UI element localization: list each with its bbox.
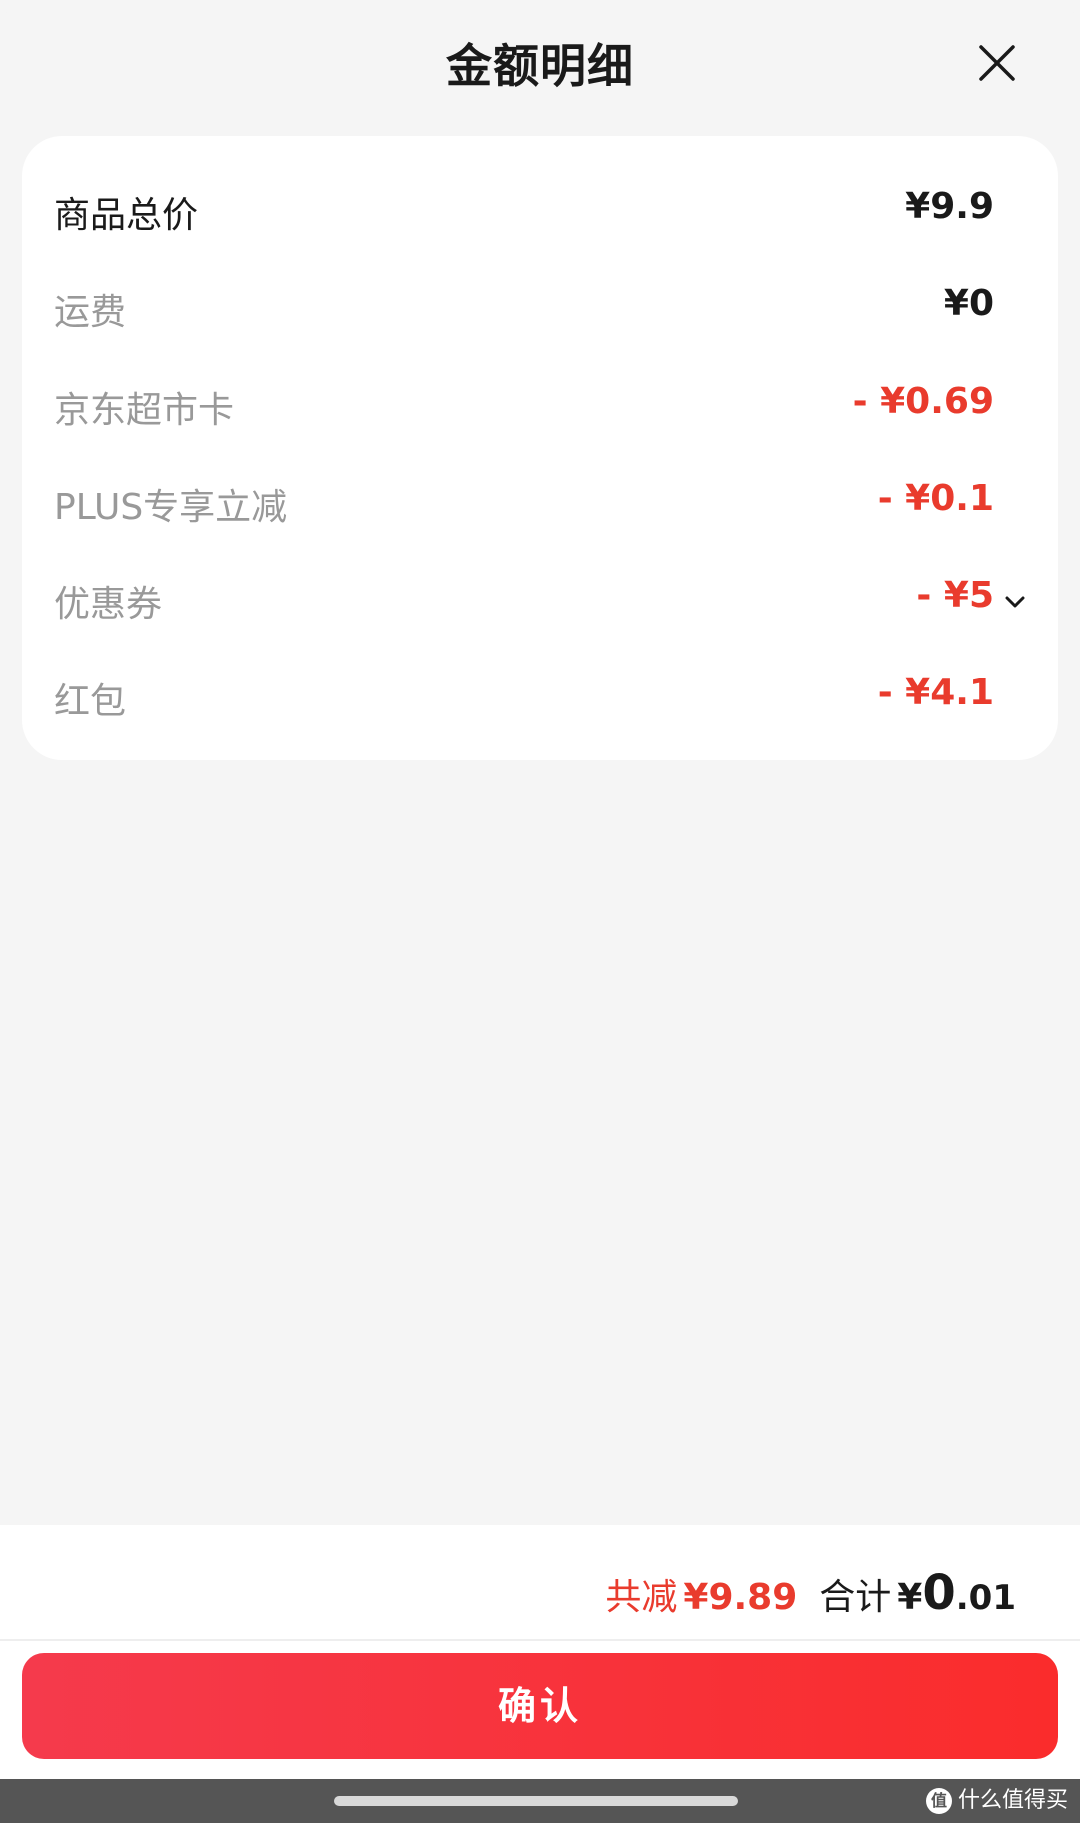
amount-detail-card: 商品总价 ¥9.9 运费 ¥0 京东超市卡 - ¥0.69 PLUS专享立减 -…: [22, 136, 1058, 760]
row-shipping: 运费 ¥0: [22, 279, 1058, 339]
sheet-header: 金额明细: [0, 0, 1080, 125]
row-plus-discount: PLUS专享立减 - ¥0.1: [22, 474, 1058, 534]
plus-discount-label: PLUS专享立减: [54, 487, 288, 528]
red-packet-label: 红包: [54, 681, 127, 722]
amount-detail-sheet: 金额明细 商品总价 ¥9.9 运费 ¥0 京东超市卡 - ¥0.69 PLUS专…: [0, 0, 1080, 1823]
watermark-logo-icon: 值: [925, 1788, 952, 1814]
plus-discount-value: - ¥0.1: [877, 478, 994, 519]
price-summary: 共减 ¥9.89 合计 ¥0.01: [605, 1563, 1016, 1623]
watermark: 值什么值得买: [925, 1785, 1068, 1817]
coupon-value: - ¥5: [916, 575, 994, 616]
sheet-title: 金额明细: [446, 39, 634, 93]
system-navigation-bar: 值什么值得买: [0, 1779, 1080, 1823]
close-button[interactable]: [972, 38, 1022, 88]
grand-total-label: 合计: [819, 1577, 892, 1618]
goods-total-label: 商品总价: [54, 195, 199, 236]
shipping-label: 运费: [54, 292, 127, 333]
goods-total-value: ¥9.9: [905, 186, 994, 227]
row-jd-supermarket-card: 京东超市卡 - ¥0.69: [22, 377, 1058, 437]
total-discount-value: ¥9.89: [683, 1577, 798, 1618]
shipping-value: ¥0: [943, 283, 994, 324]
close-icon: [979, 45, 1015, 81]
watermark-text: 什么值得买: [957, 1788, 1068, 1813]
row-goods-total: 商品总价 ¥9.9: [22, 182, 1058, 242]
chevron-down-icon[interactable]: [1002, 589, 1028, 615]
grand-total-currency: ¥: [897, 1577, 923, 1618]
row-coupon[interactable]: 优惠券 - ¥5: [22, 571, 1058, 631]
grand-total-integer: 0: [922, 1565, 956, 1621]
total-discount-label: 共减: [605, 1577, 678, 1618]
coupon-label: 优惠券: [54, 584, 163, 625]
red-packet-value: - ¥4.1: [877, 672, 994, 713]
home-indicator[interactable]: [334, 1796, 738, 1806]
confirm-button[interactable]: 确认: [22, 1653, 1058, 1759]
jd-supermarket-card-label: 京东超市卡: [54, 390, 235, 431]
row-red-packet: 红包 - ¥4.1: [22, 668, 1058, 728]
footer-divider: [0, 1639, 1080, 1641]
grand-total-decimal: .01: [955, 1578, 1016, 1618]
jd-supermarket-card-value: - ¥0.69: [852, 381, 994, 422]
